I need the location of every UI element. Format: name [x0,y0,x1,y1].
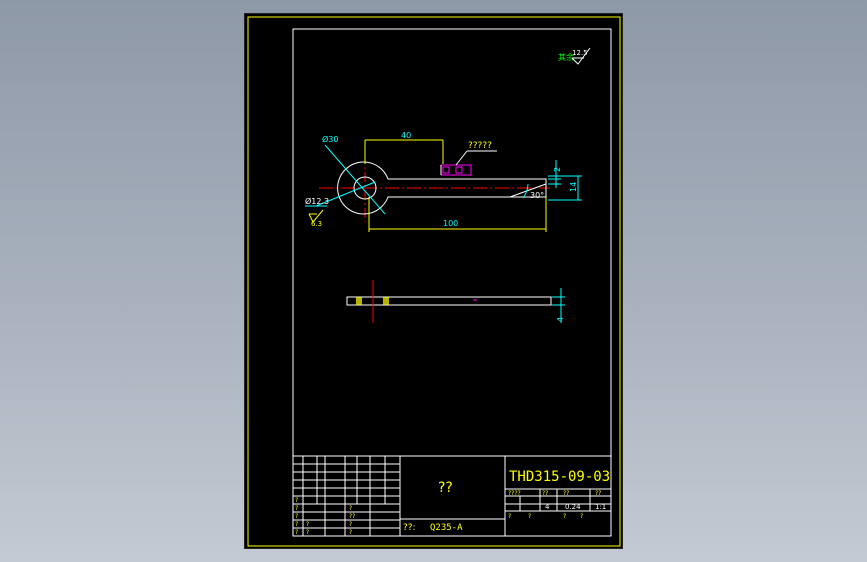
scale-value-3: 0.24 [565,503,581,511]
dim-40-label: 40 [401,131,411,140]
dim-2: 2 [548,160,562,188]
dim-d12-label: Ø12.3 [305,196,329,206]
dim-angle-label: 30° [530,191,544,200]
scale-header-1: ???? [508,490,521,497]
dim-4-label: 4 [556,317,565,322]
sheet-mark-3: ? [563,513,566,520]
roughness-symbol: 其余 12.5 [558,47,591,65]
dim-d30-label: Ø30 [322,134,338,144]
sig-mark-3: ? [349,521,352,528]
scale-header-2: ?? [542,490,548,497]
outer-frame [247,16,621,547]
weld-inner-right [455,166,463,174]
weld-inner-left [442,166,450,174]
left-q-7: ? [306,529,309,536]
sig-mark-1: ? [349,505,352,512]
left-q-6: ? [306,521,309,528]
dim-d30: Ø30 [322,134,386,215]
left-q-1: ? [295,497,298,504]
drawing-sheet[interactable]: 其余 12.5 ????? 40 Ø30 Ø12.3 6.3 100 2 14 … [244,13,623,549]
sheet-mark-2: ? [528,513,531,520]
roughness-value: 12.5 [572,49,588,57]
hatch-left [356,297,362,305]
dim-hole-roughness: 6.3 [311,220,322,228]
scale-header-4: ?? [595,490,601,497]
material-label: ??: [403,523,416,533]
title-block-text: ?? THD315-09-03 ??: Q235-A ???? ?? ?? ??… [295,469,610,536]
plate-outline [346,296,552,306]
sheet-mark-4: ? [580,513,583,520]
left-q-3: ? [295,513,298,520]
sheet-mark-1: ? [508,513,511,520]
dim-100: 100 [368,197,547,232]
left-q-5: ? [295,529,298,536]
side-view[interactable]: 4 [346,280,565,323]
dim-2-label: 2 [553,167,562,172]
dim-40: 40 [364,131,444,164]
dim-100-label: 100 [443,219,458,228]
material-value: Q235-A [430,523,463,533]
scale-value-4: 1:1 [595,503,606,511]
dim-14-label: 14 [569,182,578,192]
weld-note: ????? [468,141,492,151]
dim-14: 14 [548,175,582,201]
top-view[interactable]: ????? 40 Ø30 Ø12.3 6.3 100 2 14 30° [305,131,582,232]
left-q-2: ? [295,505,298,512]
part-name: ?? [438,480,453,496]
scale-header-3: ?? [563,490,569,497]
sig-mark-4: ? [349,529,352,536]
drawing-number: THD315-09-03 [509,469,610,485]
hatch-right [383,297,389,305]
inner-border [292,28,612,537]
weld-leader [455,150,468,166]
scale-value-2: 4 [545,503,550,511]
sig-mark-2: ?? [349,513,355,520]
left-q-4: ? [295,521,298,528]
dim-angle: 30° [522,183,544,200]
